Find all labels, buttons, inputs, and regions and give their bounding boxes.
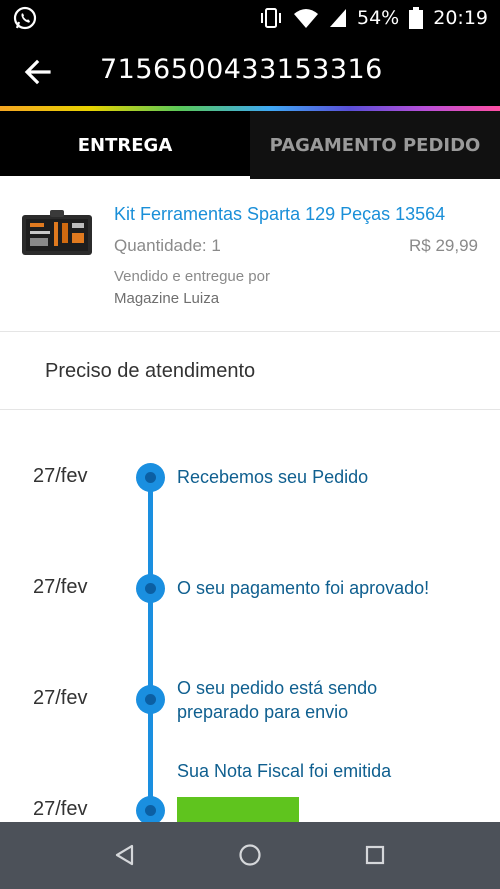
tab-pagamento-pedido[interactable]: PAGAMENTO PEDIDO <box>250 111 500 179</box>
recents-square-icon[interactable] <box>362 842 388 868</box>
whatsapp-icon <box>13 6 37 30</box>
home-circle-icon[interactable] <box>237 842 263 868</box>
timeline-date: 27/fev <box>33 687 88 709</box>
timeline-dot <box>136 685 165 714</box>
timeline-date: 27/fev <box>33 576 88 598</box>
order-timeline: 27/fev Recebemos seu Pedido 27/fev O seu… <box>0 410 500 822</box>
wifi-icon <box>294 9 318 28</box>
help-row[interactable]: Preciso de atendimento <box>0 332 500 410</box>
timeline-text: Sua Nota Fiscal foi emitida <box>177 761 392 781</box>
timeline-dot <box>136 796 165 822</box>
seller-name: Magazine Luiza <box>114 290 220 307</box>
battery-icon <box>409 7 424 29</box>
arrow-left-icon[interactable] <box>22 56 54 88</box>
app-bar: 7156500433153316 <box>0 36 500 106</box>
product-quantity: Quantidade: 1 <box>114 236 221 255</box>
product-card[interactable]: Kit Ferramentas Sparta 129 Peças 13564 Q… <box>0 179 500 332</box>
system-nav-bar <box>0 822 500 889</box>
order-number-title: 7156500433153316 <box>100 54 383 85</box>
clock: 20:19 <box>433 7 488 29</box>
signal-icon <box>330 9 346 27</box>
toolkit-image <box>22 210 92 255</box>
seller-label: Vendido e entregue por <box>114 268 270 285</box>
timeline-line <box>148 476 153 822</box>
invoice-button[interactable] <box>177 797 299 822</box>
status-bar: 54% 20:19 <box>0 0 500 36</box>
timeline-date: 27/fev <box>33 798 88 820</box>
timeline-dot <box>136 463 165 492</box>
battery-percent: 54% <box>357 7 400 29</box>
tab-entrega[interactable]: ENTREGA <box>0 111 250 179</box>
vibrate-icon <box>261 8 281 28</box>
timeline-text: O seu pedido está sendo preparado para e… <box>177 678 378 722</box>
product-name-link[interactable]: Kit Ferramentas Sparta 129 Peças 13564 <box>114 204 445 225</box>
tab-bar: ENTREGA PAGAMENTO PEDIDO <box>0 111 500 179</box>
timeline-text: Recebemos seu Pedido <box>177 467 369 487</box>
timeline-text: O seu pagamento foi aprovado! <box>177 578 430 598</box>
timeline-date: 27/fev <box>33 465 88 487</box>
help-label: Preciso de atendimento <box>45 360 256 382</box>
back-triangle-icon[interactable] <box>112 842 138 868</box>
timeline-dot <box>136 574 165 603</box>
product-price: R$ 29,99 <box>409 236 478 255</box>
